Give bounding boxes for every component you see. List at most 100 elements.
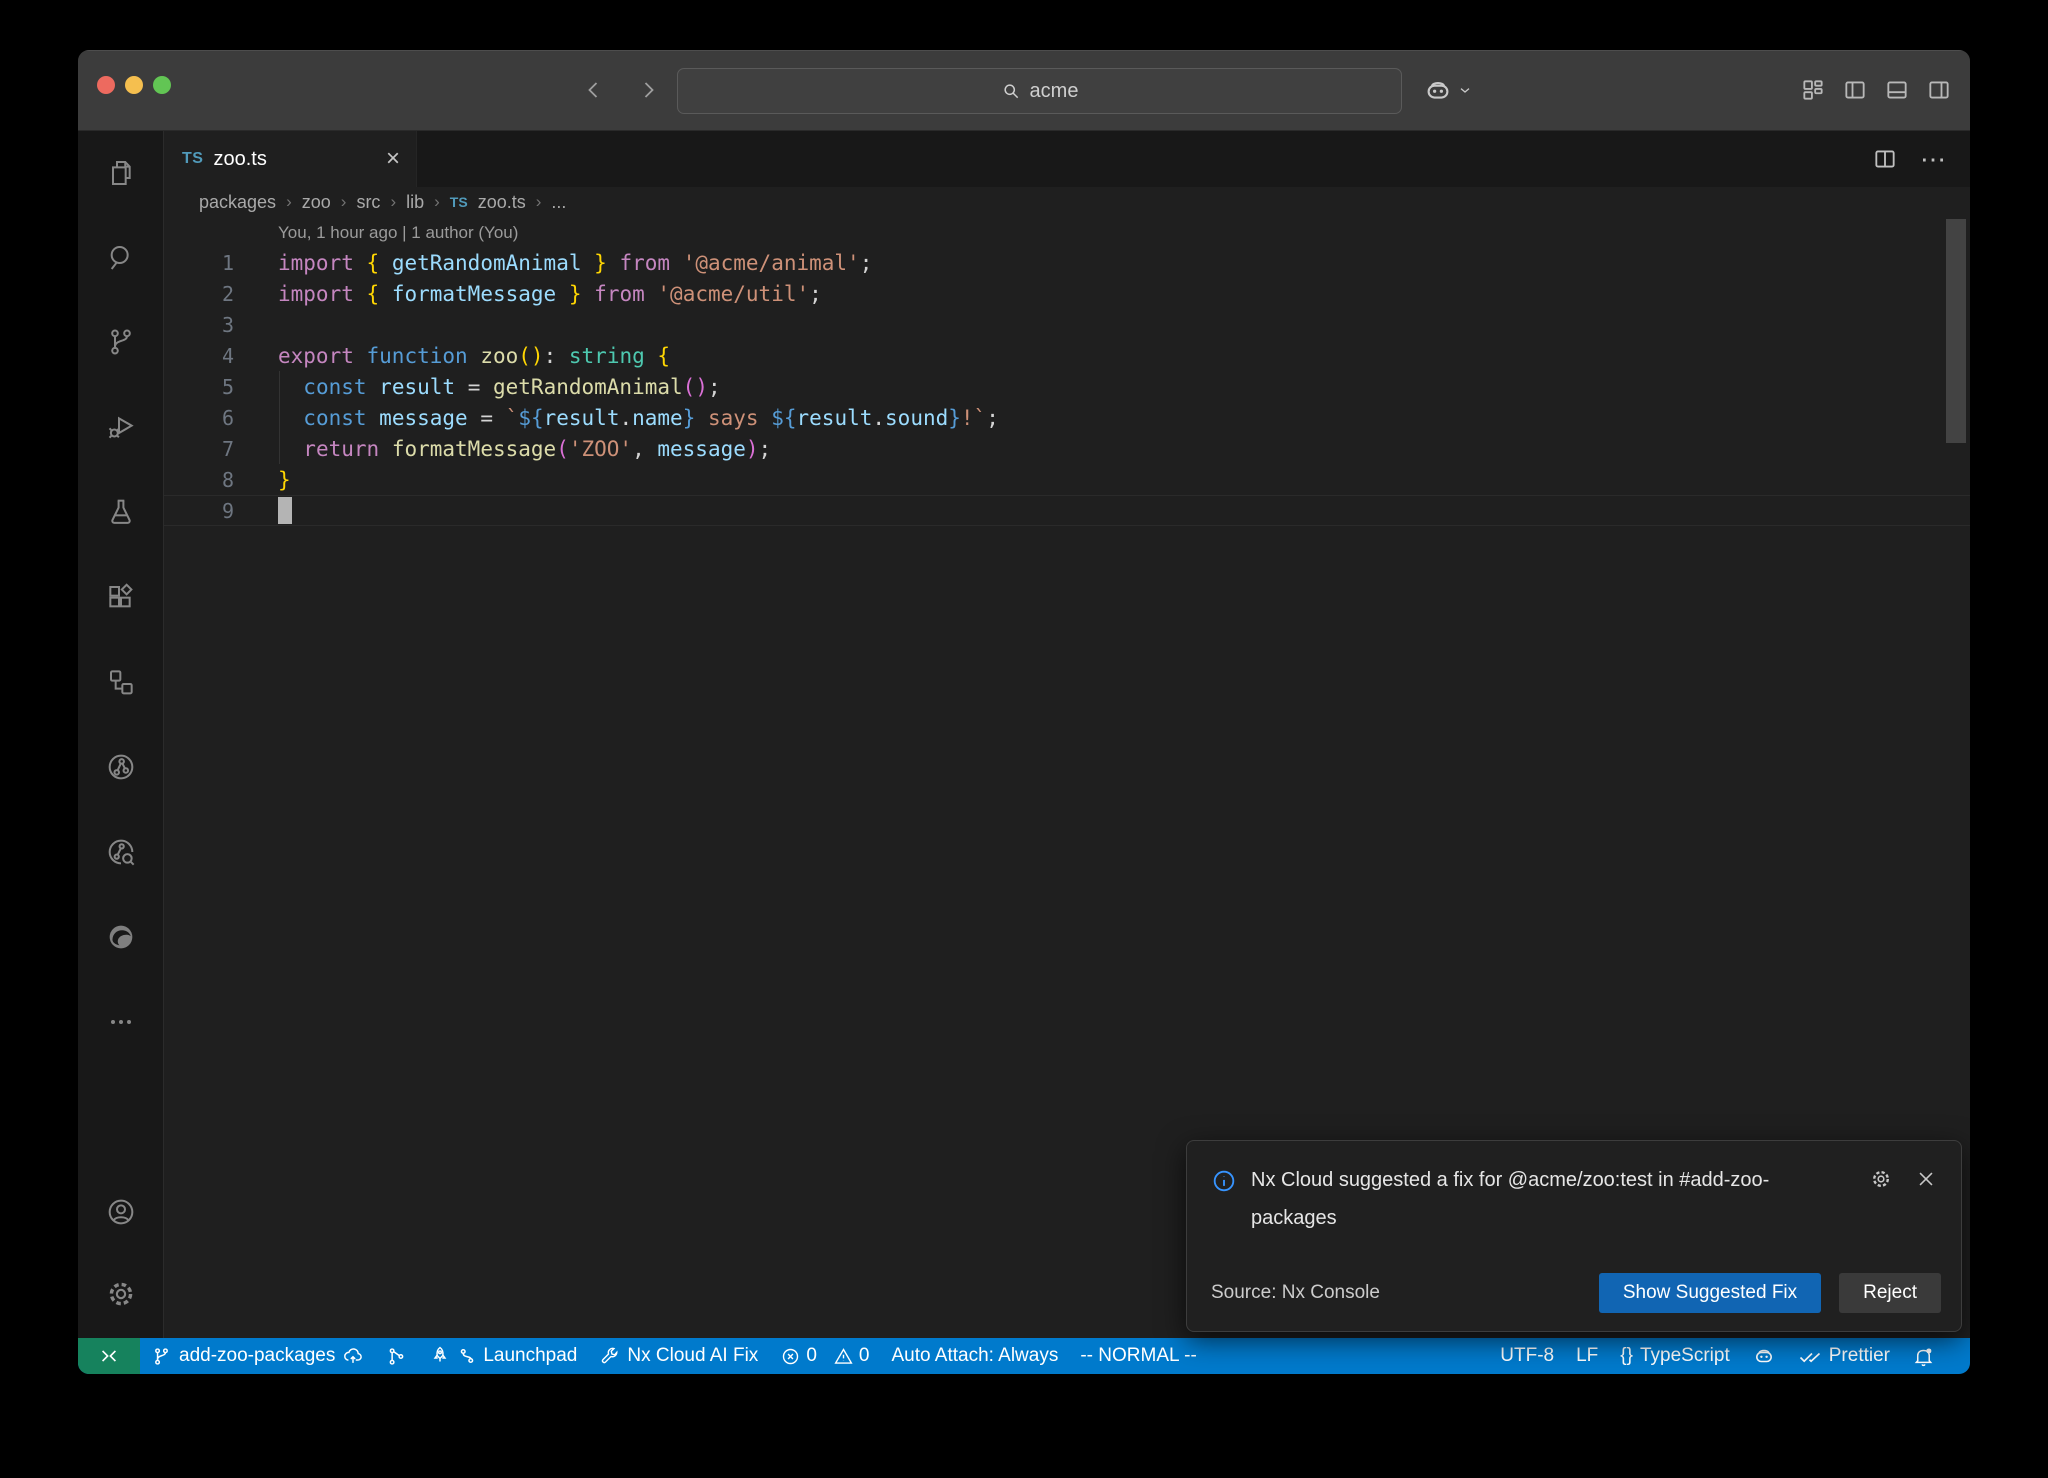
info-icon xyxy=(1211,1161,1237,1194)
editor-more-actions-icon[interactable]: ⋯ xyxy=(1920,144,1948,175)
code-line[interactable]: 3 xyxy=(164,309,1970,340)
project-hierarchy-icon[interactable] xyxy=(105,666,137,698)
nav-forward-icon[interactable] xyxy=(632,74,664,106)
indent-guide xyxy=(279,371,280,464)
source-control-icon[interactable] xyxy=(105,326,137,358)
search-icon[interactable] xyxy=(105,241,137,273)
launchpad-button[interactable]: Launchpad xyxy=(418,1338,588,1374)
formatter-status[interactable]: Prettier xyxy=(1787,1338,1901,1374)
breadcrumb-item[interactable]: src xyxy=(356,192,380,213)
editor-scrollbar[interactable] xyxy=(1946,219,1966,443)
copilot-status[interactable] xyxy=(1741,1338,1787,1374)
auto-attach-status[interactable]: Auto Attach: Always xyxy=(880,1338,1069,1374)
command-center-search[interactable]: acme xyxy=(677,68,1402,114)
warning-icon xyxy=(833,1346,854,1367)
extensions-icon[interactable] xyxy=(105,581,137,613)
search-icon xyxy=(1001,81,1021,101)
line-number: 8 xyxy=(164,468,234,492)
branch-name: add-zoo-packages xyxy=(179,1345,335,1367)
code-line[interactable]: 4export function zoo(): string { xyxy=(164,340,1970,371)
bell-dot-icon xyxy=(1912,1345,1935,1368)
code-line[interactable]: 5 const result = getRandomAnimal(); xyxy=(164,371,1970,402)
reject-button[interactable]: Reject xyxy=(1839,1273,1941,1313)
code-line[interactable]: 9 xyxy=(164,495,1970,526)
eol-status[interactable]: LF xyxy=(1565,1338,1609,1374)
line-number: 6 xyxy=(164,406,234,430)
git-branch-icon xyxy=(151,1346,172,1367)
error-count: 0 xyxy=(806,1345,817,1367)
tab-label: zoo.ts xyxy=(213,148,266,171)
code-line[interactable]: 2import { formatMessage } from '@acme/ut… xyxy=(164,278,1970,309)
close-window-button[interactable] xyxy=(97,76,115,94)
toggle-panel-icon[interactable] xyxy=(1884,77,1910,103)
mini-branch-icon xyxy=(458,1347,476,1365)
check-double-icon xyxy=(1798,1344,1822,1368)
commit-graph-button[interactable] xyxy=(375,1338,418,1374)
show-suggested-fix-button[interactable]: Show Suggested Fix xyxy=(1599,1273,1821,1313)
run-debug-icon[interactable] xyxy=(105,411,137,443)
testing-icon[interactable] xyxy=(105,496,137,528)
line-number: 4 xyxy=(164,344,234,368)
more-views-icon[interactable] xyxy=(105,1006,137,1038)
search-value: acme xyxy=(1030,80,1079,103)
breadcrumb-item[interactable]: packages xyxy=(199,192,276,213)
git-branch-status[interactable]: add-zoo-packages xyxy=(140,1338,375,1374)
customize-layout-icon[interactable] xyxy=(1800,77,1826,103)
breadcrumb-item[interactable]: zoo xyxy=(302,192,331,213)
explorer-icon[interactable] xyxy=(105,156,137,188)
nx-cloud-icon[interactable] xyxy=(105,836,137,868)
code-line[interactable]: 8} xyxy=(164,464,1970,495)
vim-mode-status[interactable]: -- NORMAL -- xyxy=(1069,1338,1207,1374)
remote-icon xyxy=(98,1345,120,1367)
wrench-icon xyxy=(599,1346,620,1367)
chevron-right-icon: › xyxy=(341,192,347,212)
breadcrumb: packages› zoo› src› lib› TS zoo.ts› ... xyxy=(164,187,1970,217)
title-bar: acme xyxy=(78,50,1970,131)
breadcrumb-overflow[interactable]: ... xyxy=(551,192,566,213)
breadcrumb-file[interactable]: zoo.ts xyxy=(478,192,526,213)
status-bar: add-zoo-packages Launchpad Nx Cloud AI F… xyxy=(78,1338,1970,1374)
chevron-right-icon: › xyxy=(390,192,396,212)
notification-message: Nx Cloud suggested a fix for @acme/zoo:t… xyxy=(1251,1161,1843,1237)
toggle-secondary-sidebar-icon[interactable] xyxy=(1926,77,1952,103)
commit-graph-icon xyxy=(386,1346,407,1367)
remote-indicator[interactable] xyxy=(78,1338,140,1374)
chevron-down-icon xyxy=(1457,82,1473,98)
accounts-icon[interactable] xyxy=(105,1196,137,1228)
copilot-icon xyxy=(1752,1344,1776,1368)
close-tab-icon[interactable]: × xyxy=(386,147,400,171)
settings-gear-icon[interactable] xyxy=(105,1278,137,1310)
toggle-primary-sidebar-icon[interactable] xyxy=(1842,77,1868,103)
edge-tools-icon[interactable] xyxy=(105,921,137,953)
problems-status[interactable]: 0 0 xyxy=(769,1338,880,1374)
notification-settings-gear-icon[interactable] xyxy=(1869,1167,1893,1191)
traffic-lights xyxy=(97,76,171,94)
code-line[interactable]: 6 const message = `${result.name} says $… xyxy=(164,402,1970,433)
codelens-blame[interactable]: You, 1 hour ago | 1 author (You) xyxy=(278,223,518,243)
chevron-right-icon: › xyxy=(434,192,440,212)
copilot-menu[interactable] xyxy=(1423,50,1473,130)
language-status[interactable]: {} TypeScript xyxy=(1609,1338,1740,1374)
nx-console-icon[interactable] xyxy=(105,751,137,783)
nx-cloud-ai-fix-button[interactable]: Nx Cloud AI Fix xyxy=(588,1338,769,1374)
notification-close-icon[interactable] xyxy=(1915,1168,1937,1190)
code-line[interactable]: 7 return formatMessage('ZOO', message); xyxy=(164,433,1970,464)
notifications-bell[interactable] xyxy=(1901,1338,1946,1374)
typescript-file-icon: TS xyxy=(182,150,203,168)
code-line[interactable]: 1import { getRandomAnimal } from '@acme/… xyxy=(164,247,1970,278)
line-number: 1 xyxy=(164,251,234,275)
nav-back-icon[interactable] xyxy=(578,74,610,106)
activity-bar xyxy=(78,131,164,1338)
zoom-window-button[interactable] xyxy=(153,76,171,94)
chevron-right-icon: › xyxy=(536,192,542,212)
editor-cursor xyxy=(278,497,292,524)
typescript-file-icon: TS xyxy=(450,194,468,210)
encoding-status[interactable]: UTF-8 xyxy=(1489,1338,1565,1374)
breadcrumb-item[interactable]: lib xyxy=(406,192,424,213)
line-number: 7 xyxy=(164,437,234,461)
tab-zoo-ts[interactable]: TS zoo.ts × xyxy=(164,131,417,187)
launchpad-label: Launchpad xyxy=(483,1345,577,1367)
minimize-window-button[interactable] xyxy=(125,76,143,94)
line-number: 9 xyxy=(164,499,234,523)
split-editor-icon[interactable] xyxy=(1872,146,1898,172)
